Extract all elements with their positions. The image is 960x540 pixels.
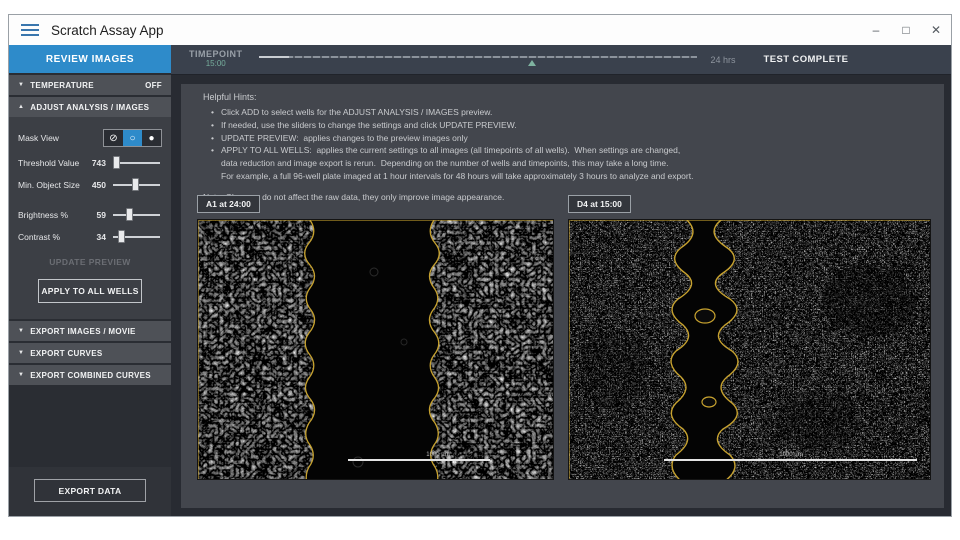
chevron-up-icon: ▲ [18,104,24,110]
hint-item: UPDATE PREVIEW: applies changes to the p… [211,132,693,145]
thin-region-shade [579,330,649,410]
timeline-end-label: 24 hrs [711,55,736,65]
tab-review-images[interactable]: REVIEW IMAGES [9,45,171,73]
main-area: TIMEPOINT 15:00 24 hrs TEST COMPLETE Hel… [171,45,951,516]
update-preview-button[interactable]: UPDATE PREVIEW [18,257,162,267]
helpful-hints: Helpful Hints: Click ADD to select wells… [203,92,693,202]
hints-title: Helpful Hints: [203,92,693,102]
timeline-bar: TIMEPOINT 15:00 24 hrs TEST COMPLETE [171,45,951,75]
adjust-analysis-panel: Mask View ⊘ ○ ● Threshold Value 743 Min. [9,117,171,319]
temperature-label: TEMPERATURE [30,81,94,90]
section-adjust-analysis[interactable]: ▲ ADJUST ANALYSIS / IMAGES [9,97,171,117]
hamburger-menu-icon[interactable] [21,21,39,39]
maximize-button[interactable]: □ [891,19,921,41]
apply-to-all-wells-button[interactable]: APPLY TO ALL WELLS [38,279,142,303]
brightness-slider-thumb[interactable] [126,208,133,221]
mask-filled-icon[interactable]: ● [142,130,161,146]
mask-island [695,309,715,323]
mask-view-toggle-group: ⊘ ○ ● [103,129,162,147]
timeline-marker[interactable] [528,60,536,66]
title-bar: Scratch Assay App – □ ✕ [9,15,951,45]
timepoint-current-time: 15:00 [206,60,226,69]
section-export-images-movie[interactable]: ▼ EXPORT IMAGES / MOVIE [9,321,171,341]
brightness-label: Brightness % [18,210,86,220]
threshold-value: 743 [86,158,106,168]
hint-item: Click ADD to select wells for the ADJUST… [211,106,693,119]
brightness-slider[interactable] [113,208,162,221]
hint-item: APPLY TO ALL WELLS: applies the current … [211,144,693,182]
threshold-label: Threshold Value [18,158,86,168]
app-window: Scratch Assay App – □ ✕ REVIEW IMAGES ▼ … [8,14,952,517]
slider-row-threshold: Threshold Value 743 [18,156,162,169]
temperature-value: OFF [145,81,162,90]
window-controls: – □ ✕ [861,19,951,41]
section-export-combined-curves[interactable]: ▼ EXPORT COMBINED CURVES [9,365,171,385]
mask-outline-icon[interactable]: ○ [123,130,142,146]
chevron-down-icon: ▼ [18,82,24,88]
chevron-down-icon: ▼ [18,350,24,356]
brightness-value: 59 [86,210,106,220]
contrast-label: Contrast % [18,232,86,242]
export-combined-curves-label: EXPORT COMBINED CURVES [30,371,151,380]
min-object-size-slider[interactable] [113,178,162,191]
slider-row-brightness: Brightness % 59 [18,208,162,221]
threshold-slider[interactable] [113,156,162,169]
adjust-analysis-label: ADJUST ANALYSIS / IMAGES [30,103,149,112]
min-object-size-label: Min. Object Size [18,180,86,190]
scale-bar-label: 1000 µm [426,452,449,458]
scale-bar-label: 1000 µm [779,452,802,458]
mask-view-label: Mask View [18,133,59,143]
preview-label-a1: A1 at 24:00 [197,195,260,213]
hints-list: Click ADD to select wells for the ADJUST… [211,106,693,183]
timeline-track-start-segment [259,56,289,58]
thin-region-shade [821,264,917,336]
sidebar: REVIEW IMAGES ▼ TEMPERATURE OFF ▲ ADJUST… [9,45,171,516]
export-curves-label: EXPORT CURVES [30,349,102,358]
close-button[interactable]: ✕ [921,19,951,41]
section-temperature[interactable]: ▼ TEMPERATURE OFF [9,75,171,95]
window-title: Scratch Assay App [51,23,164,38]
chevron-down-icon: ▼ [18,328,24,334]
contrast-slider[interactable] [113,230,162,243]
preview-image-d4[interactable]: 1000 µm [568,219,931,480]
timeline-track[interactable] [259,54,697,66]
mask-island [702,397,716,407]
min-object-size-slider-thumb[interactable] [132,178,139,191]
test-complete-status: TEST COMPLETE [764,54,849,65]
preview-image-a1[interactable]: 1000 µm [197,219,554,480]
section-export-curves[interactable]: ▼ EXPORT CURVES [9,343,171,363]
chevron-down-icon: ▼ [18,372,24,378]
contrast-slider-thumb[interactable] [118,230,125,243]
export-images-movie-label: EXPORT IMAGES / MOVIE [30,327,135,336]
hint-item: If needed, use the sliders to change the… [211,119,693,132]
preview-label-d4: D4 at 15:00 [568,195,631,213]
slider-row-min-object-size: Min. Object Size 450 [18,178,162,191]
minimize-button[interactable]: – [861,19,891,41]
export-data-button[interactable]: EXPORT DATA [34,479,146,502]
preview-panel: Helpful Hints: Click ADD to select wells… [181,84,944,508]
contrast-value: 34 [86,232,106,242]
threshold-slider-thumb[interactable] [113,156,120,169]
mask-none-icon[interactable]: ⊘ [104,130,123,146]
thin-region-shade [777,390,861,450]
slider-row-contrast: Contrast % 34 [18,230,162,243]
min-object-size-value: 450 [86,180,106,190]
